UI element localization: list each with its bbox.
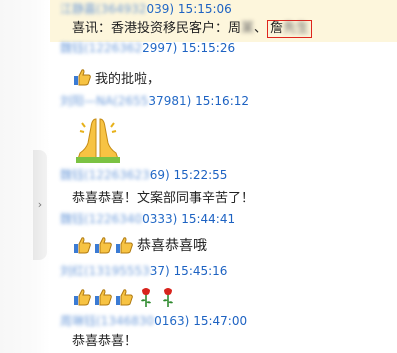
sender-id[interactable]: 039) — [147, 2, 175, 16]
thumbs-up-emoji-icon — [74, 237, 91, 254]
thumbs-up-emoji-icon — [74, 289, 91, 306]
sender-name[interactable]: 周琳钰(1346830 — [60, 314, 154, 328]
sender-name[interactable]: 刘红(13195553 — [60, 264, 150, 278]
sender-id[interactable]: 0163) — [154, 314, 189, 328]
message-header: 刘阳—NA(265537981) 15:16:12 — [60, 94, 249, 108]
message-header: 魏钰(12263622997) 15:15:26 — [60, 41, 235, 55]
collapse-handle[interactable]: › — [33, 150, 47, 260]
message-content: 恭喜恭喜哦 — [72, 234, 207, 256]
message-text: 我的批啦， — [95, 71, 161, 87]
sender-name[interactable]: 魏钰(1226362 — [60, 41, 142, 55]
timestamp: 15:16:12 — [195, 94, 250, 108]
timestamp: 15:47:00 — [193, 314, 248, 328]
timestamp: 15:15:26 — [181, 41, 236, 55]
timestamp: 15:22:55 — [173, 168, 228, 182]
rose-emoji-icon — [163, 288, 173, 307]
timestamp: 15:15:06 — [177, 2, 232, 16]
message-header: 魏钰(1226362369) 15:22:55 — [60, 168, 227, 182]
message-content — [72, 286, 179, 308]
sender-name[interactable]: 刘阳—NA(2655 — [60, 94, 148, 108]
redacted-name-2: 先生 — [283, 21, 310, 36]
sender-name[interactable]: 魏钰(1226340 — [60, 212, 142, 226]
sender-id[interactable]: 37981) — [148, 94, 191, 108]
annotated-name-char: 詹 — [270, 21, 284, 36]
praying-hands-emoji-icon — [72, 113, 124, 163]
message-text: 喜讯：香港投资移民客户：周某、 詹先生 — [72, 20, 313, 38]
annotated-name-box: 詹先生 — [267, 20, 313, 38]
message-text: 恭喜恭喜！文案部同事辛苦了！ — [72, 191, 255, 206]
message-header: 魏钰(12263400333) 15:44:41 — [60, 212, 235, 226]
message-text: 恭喜恭喜！ — [72, 334, 138, 349]
redacted-name-1: 某 — [241, 21, 255, 36]
sender-name[interactable]: 魏钰(12263623 — [60, 168, 150, 182]
rose-emoji-icon — [141, 288, 151, 307]
thumbs-up-emoji-icon — [95, 237, 112, 254]
message-content: 我的批啦， — [72, 66, 160, 88]
sender-id[interactable]: 37) — [150, 264, 170, 278]
sender-id[interactable]: 2997) — [142, 41, 177, 55]
sender-id[interactable]: 0333) — [142, 212, 177, 226]
thumbs-up-emoji-icon — [116, 289, 133, 306]
thumbs-up-emoji-icon — [74, 69, 91, 86]
message-header: 刘红(1319555337) 15:45:16 — [60, 264, 227, 278]
message-text-separator: 、 — [254, 21, 268, 36]
sender-name[interactable]: 江静嘉(364932 — [60, 2, 147, 16]
message-text-prefix: 喜讯：香港投资移民客户：周 — [72, 21, 242, 36]
timestamp: 15:44:41 — [181, 212, 236, 226]
thumbs-up-emoji-icon — [95, 289, 112, 306]
message-header: 江静嘉(364932039) 15:15:06 — [60, 2, 232, 16]
chat-history-panel: › 江静嘉(364932039) 15:15:06 喜讯：香港投资移民客户：周某… — [0, 0, 397, 353]
sender-id[interactable]: 69) — [150, 168, 170, 182]
timestamp: 15:45:16 — [173, 264, 228, 278]
message-text: 恭喜恭喜哦 — [137, 238, 207, 254]
thumbs-up-emoji-icon — [116, 237, 133, 254]
message-header: 周琳钰(13468300163) 15:47:00 — [60, 314, 247, 328]
